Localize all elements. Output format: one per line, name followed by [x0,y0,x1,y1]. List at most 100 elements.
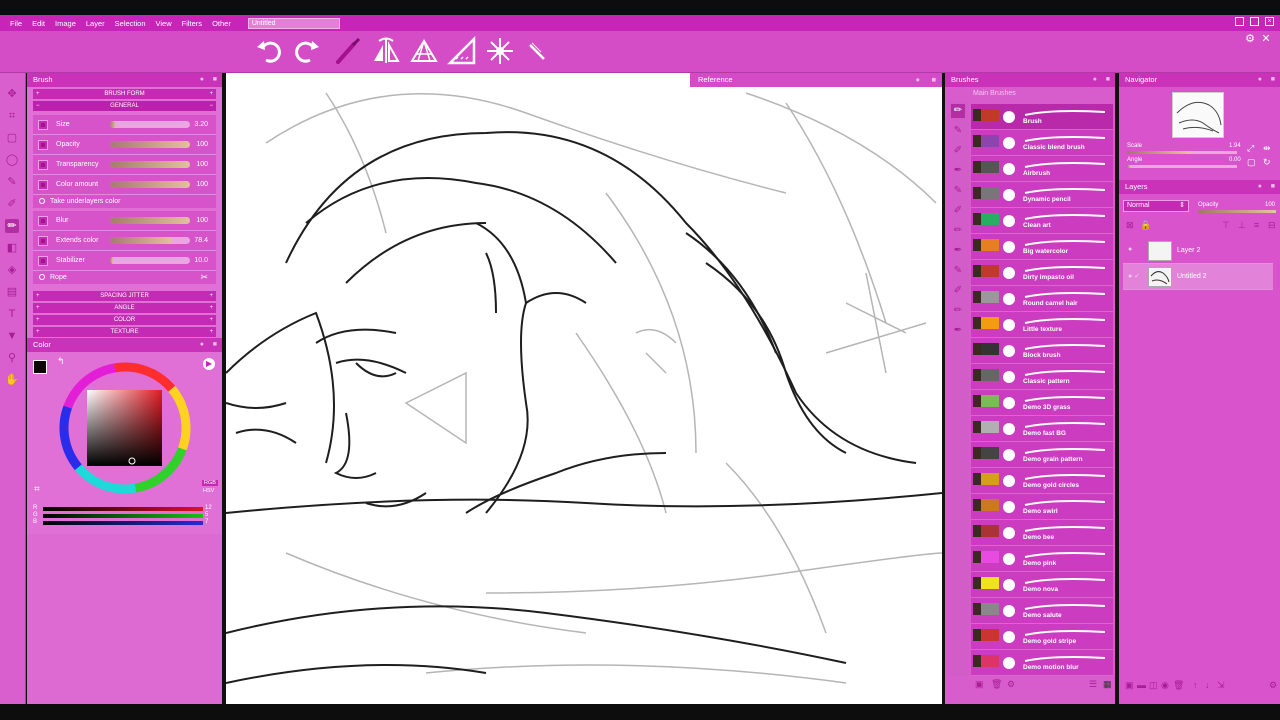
symmetry-icon[interactable] [370,35,402,67]
radio-icon[interactable] [39,274,45,280]
align-middle-icon[interactable]: ⊥ [1238,220,1246,231]
menu-edit[interactable]: Edit [27,19,50,28]
menu-selection[interactable]: Selection [110,19,151,28]
category-ink-icon[interactable]: ✒ [951,164,965,178]
property-toggle-icon[interactable] [38,216,48,226]
color-mode-hsv[interactable]: HSV [203,488,214,494]
reset-zoom-icon[interactable]: ▢ [1247,157,1256,168]
panel-options-icon[interactable]: ● [200,73,204,87]
move-up-icon[interactable]: ↑ [1193,680,1198,690]
blend-icon[interactable]: ✐ [5,197,19,211]
property-value[interactable]: 100 [196,161,208,168]
property-toggle-icon[interactable] [38,140,48,150]
move-icon[interactable]: ✥ [5,87,19,101]
hand-icon[interactable]: ✋ [5,373,19,387]
section-angle[interactable]: + ANGLE + [33,303,216,313]
channel-slider[interactable] [43,514,203,518]
redo-icon[interactable] [290,35,322,67]
duplicate-layer-icon[interactable]: ◫ [1149,680,1158,691]
panel-close-icon[interactable]: ■ [213,73,217,87]
visibility-icon[interactable]: ● [1128,246,1132,253]
category-watercolor-icon[interactable]: ✏ [951,224,965,238]
brush-preset-item[interactable]: Dirty impasto oil [971,260,1113,286]
align-bottom-icon[interactable]: ≡ [1254,220,1259,230]
layer-row[interactable]: ● Layer 2 [1123,238,1273,264]
layers-settings-icon[interactable]: ⚙ [1269,680,1277,691]
panel-options-icon[interactable]: ● [1258,73,1262,87]
rotate-icon[interactable]: ↻ [1263,157,1271,168]
navigator-thumbnail[interactable] [1172,92,1224,138]
section-texture[interactable]: + TEXTURE + [33,327,216,337]
section-color[interactable]: + COLOR + [33,315,216,325]
brush-preset-item[interactable]: Brush [971,104,1113,130]
category-marker-icon[interactable]: ✎ [951,184,965,198]
property-value[interactable]: 100 [196,217,208,224]
brush-preset-item[interactable]: Demo motion blur [971,650,1113,676]
crop-icon[interactable]: ⌗ [5,109,19,123]
brush-preset-item[interactable]: Clean art [971,208,1113,234]
mandala-icon[interactable] [484,35,516,67]
radio-icon[interactable] [39,198,45,204]
list-view-icon[interactable]: ☰ [1089,679,1097,690]
panel-close-icon[interactable]: ■ [931,73,936,87]
delete-layer-icon[interactable]: 🗑 [1173,680,1184,691]
select-rect-icon[interactable]: ▢ [5,131,19,145]
current-color-swatch[interactable] [33,360,47,374]
category-brush-icon[interactable]: ✐ [951,144,965,158]
brush-property-row[interactable]: Stabilizer 10.0 [33,251,216,271]
close-icon[interactable]: × [1265,17,1274,26]
channel-slider[interactable] [43,507,203,511]
blend-mode-select[interactable]: Normal ⇕ [1123,200,1189,212]
property-toggle-icon[interactable] [38,180,48,190]
brush-property-row[interactable]: Extends color 78.4 [33,231,216,251]
color-mode-rgb[interactable]: RGB [202,480,218,486]
property-value[interactable]: 10.0 [194,257,208,264]
lock-icon[interactable]: 🔒 [1140,220,1151,231]
section-general[interactable]: − GENERAL − [33,101,216,111]
brush-property-row[interactable]: Blur 100 [33,211,216,231]
color-channel-row[interactable]: B7 [33,519,213,526]
new-group-icon[interactable]: ▬ [1137,680,1146,690]
perspective-icon[interactable] [408,35,440,67]
channel-value[interactable]: 12 [205,505,212,511]
brush-preset-item[interactable]: Demo 3D grass [971,390,1113,416]
brush-preset-item[interactable]: Classic pattern [971,364,1113,390]
merge-icon[interactable]: ⇲ [1217,680,1225,691]
property-slider[interactable] [110,121,190,128]
play-icon[interactable]: ▶ [203,358,215,370]
brush-preset-item[interactable]: Demo swirl [971,494,1113,520]
rope-option[interactable]: Rope ✂ [33,271,216,284]
brush-preset-item[interactable]: Block brush [971,338,1113,364]
brush-preset-item[interactable]: Airbrush [971,156,1113,182]
text-icon[interactable]: T [5,307,19,321]
section-spacing-jitter[interactable]: + SPACING JITTER + [33,291,216,301]
minimize-icon[interactable] [1235,17,1244,26]
brush-preset-item[interactable]: Demo salute [971,598,1113,624]
channel-value[interactable]: 5 [205,512,208,518]
brush-preset-item[interactable]: Demo grain pattern [971,442,1113,468]
eraser-icon[interactable]: ◧ [5,241,19,255]
panel-close-icon[interactable]: ■ [1271,180,1275,194]
brush-preset-item[interactable]: Demo pink [971,546,1113,572]
delete-brush-icon[interactable]: 🗑 [991,679,1002,690]
panel-options-icon[interactable]: ● [1093,73,1097,87]
ruler-icon[interactable] [446,35,478,67]
add-brush-icon[interactable]: ▣ [975,679,984,690]
eyedropper-icon[interactable]: ✎ [5,175,19,189]
brush-property-row[interactable]: Size 3.20 [33,115,216,135]
close-panels-icon[interactable]: ✕ [1260,33,1272,45]
grid-view-icon[interactable]: ▦ [1103,679,1112,690]
channel-value[interactable]: 7 [205,519,208,525]
maximize-icon[interactable] [1250,17,1259,26]
undo-icon[interactable] [254,35,286,67]
fill-icon[interactable]: ◈ [5,263,19,277]
brush-preset-item[interactable]: Classic blend brush [971,130,1113,156]
brush-preset-item[interactable]: Demo gold circles [971,468,1113,494]
brush-tool-icon[interactable] [332,35,364,67]
menu-layer[interactable]: Layer [81,19,110,28]
category-smudge-icon[interactable]: ✏ [951,304,965,318]
category-pattern-icon[interactable]: ✒ [951,324,965,338]
property-slider[interactable] [110,257,190,264]
property-value[interactable]: 100 [196,141,208,148]
move-down-icon[interactable]: ↓ [1205,680,1210,690]
